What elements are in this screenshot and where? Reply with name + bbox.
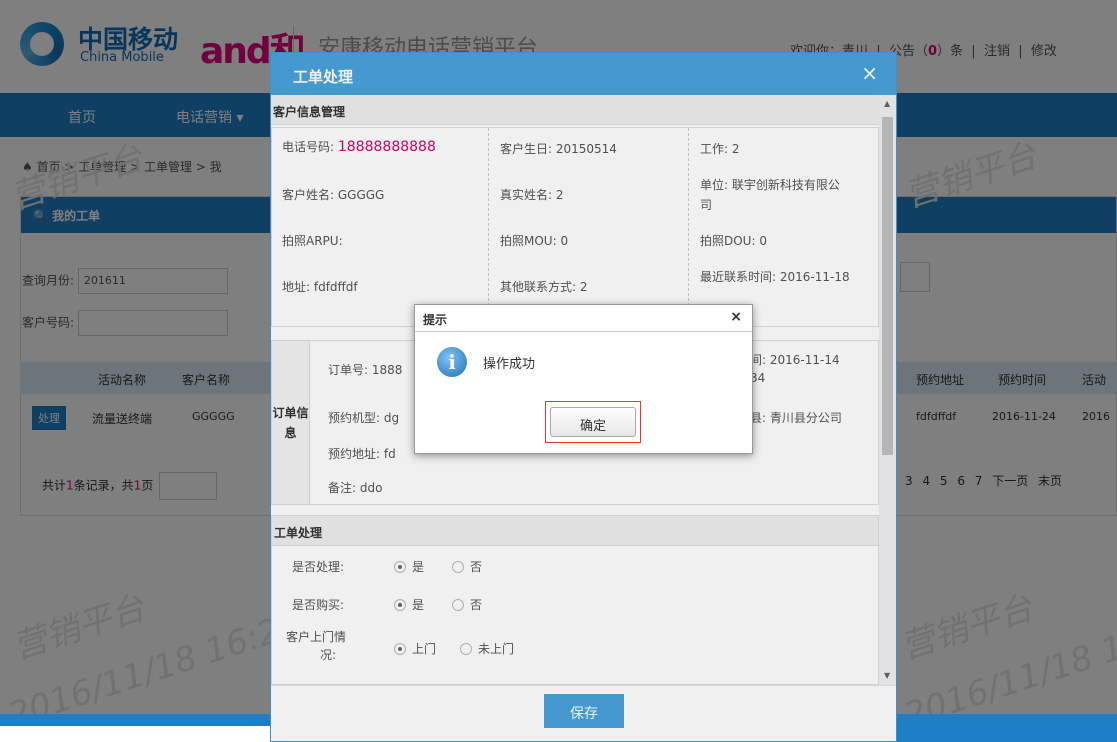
alert-title: 提示 — [423, 313, 448, 327]
alert-message: 操作成功 — [483, 357, 536, 372]
ok-button[interactable]: 确定 — [550, 407, 636, 437]
info-icon: i — [437, 347, 467, 377]
close-icon[interactable]: × — [730, 309, 742, 325]
ok-focus-ring: 确定 — [545, 401, 641, 443]
alert-dialog: 提示 × i 操作成功 确定 — [414, 304, 753, 454]
alert-header: 提示 × — [415, 305, 752, 332]
